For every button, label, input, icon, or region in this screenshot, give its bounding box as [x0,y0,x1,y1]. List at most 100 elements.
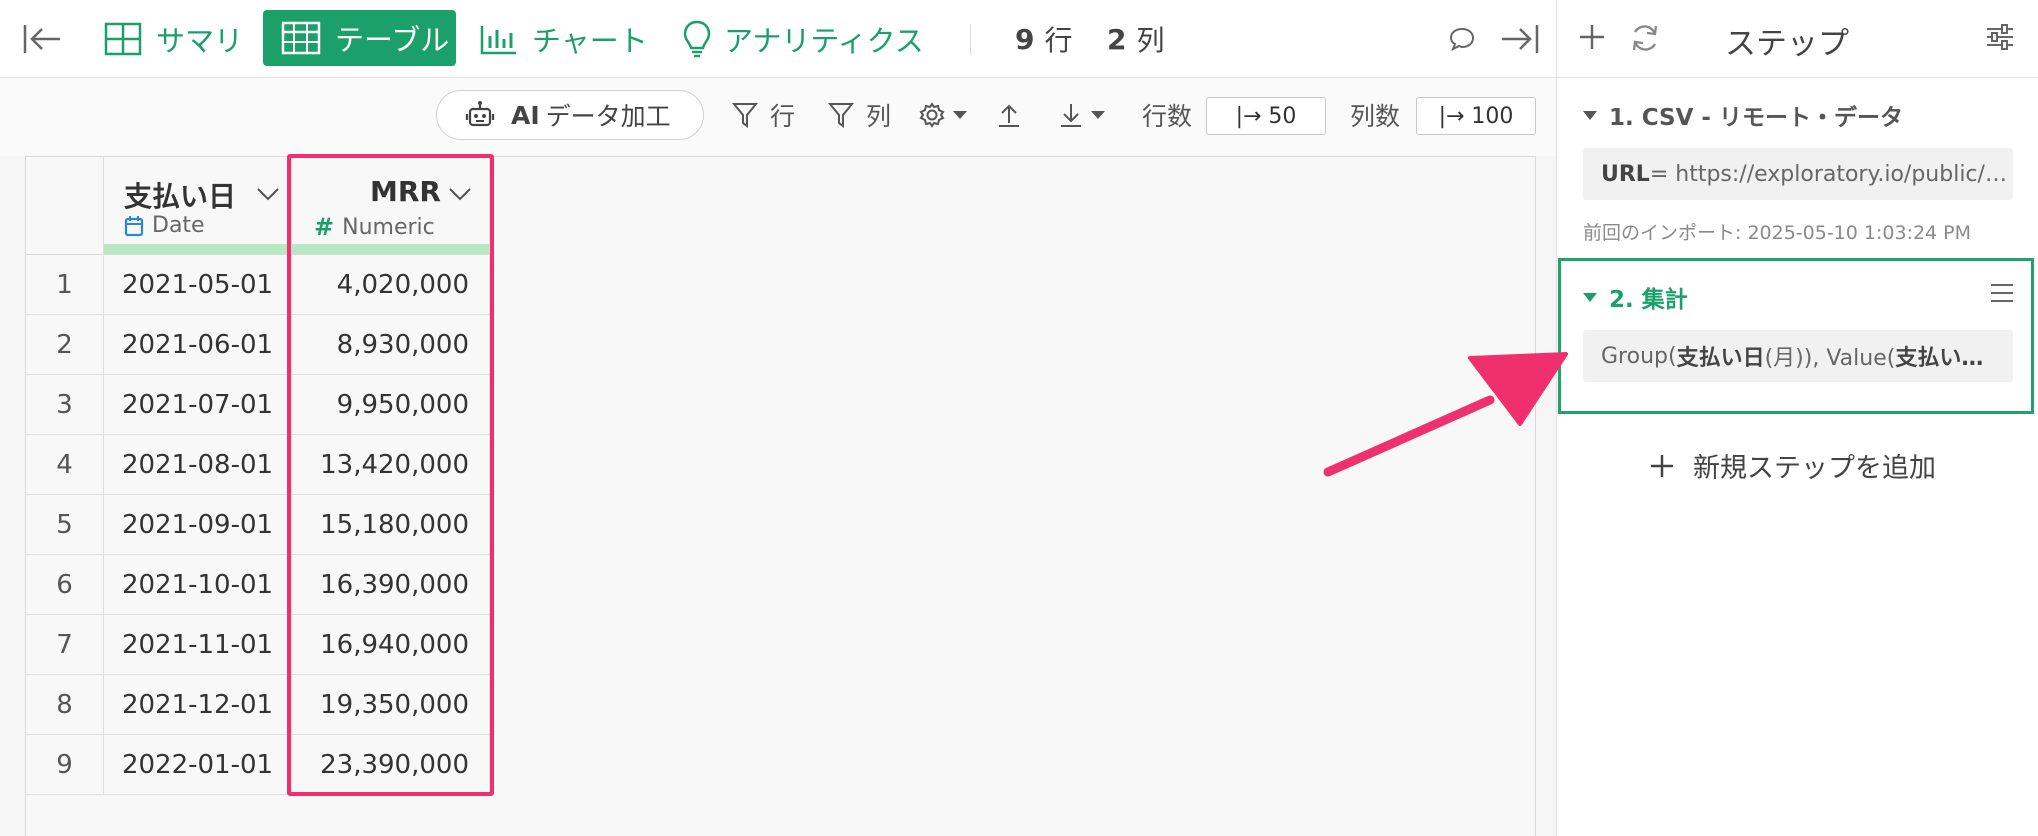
column-name: 支払い日 [124,180,237,213]
rows-limit-input[interactable]: |→ 50 [1206,97,1326,135]
column-filter-label: 列 [866,102,892,131]
chevron-down-icon[interactable] [448,187,472,201]
filter-icon [732,103,758,128]
table-row: 7 2021-11-01 16,940,000 [26,615,490,675]
ai-label: AI [511,100,540,130]
date-cell[interactable]: 2021-10-01 [104,555,292,615]
col-count-value: 2 [1107,22,1127,56]
data-toolbar: AI データ加工 行 列 行数 |→ 50 列数 |→ 100 [0,78,1556,156]
last-import-time: 前回のインポート: 2025-05-10 1:03:24 PM [1583,222,1972,244]
row-number: 6 [26,555,104,615]
column-filter-button[interactable]: 列 [828,90,891,140]
tab-analytics-label: アナリティクス [724,24,924,58]
table-row: 3 2021-07-01 9,950,000 [26,375,490,435]
table-row: 9 2022-01-01 23,390,000 [26,735,490,795]
add-step-label: 新規ステップを追加 [1693,453,1936,484]
tab-chart[interactable]: チャート [480,0,648,78]
column-header-date[interactable]: 支払い日 Date [104,157,292,255]
col-count: 2 列 [1107,0,1165,78]
column-type: Date [124,213,205,238]
date-cell[interactable]: 2021-09-01 [104,495,292,555]
chevron-down-icon[interactable] [256,187,280,201]
date-cell[interactable]: 2022-01-01 [104,735,292,795]
date-cell[interactable]: 2021-05-01 [104,255,292,315]
lightbulb-icon [683,20,711,58]
refresh-icon[interactable] [1629,22,1661,54]
table-row: 8 2021-12-01 19,350,000 [26,675,490,735]
numeric-hash-icon: # [314,213,335,241]
row-count-value: 9 [1015,22,1035,56]
bar-chart-icon [480,26,516,55]
collapse-triangle-icon [1583,110,1597,120]
collapse-left-icon[interactable] [22,0,62,78]
caret-down-icon [953,111,967,119]
summary-grid-icon [104,22,142,56]
tab-table-label: テーブル [335,23,450,57]
upload-icon[interactable] [996,90,1022,140]
table-row: 1 2021-05-01 4,020,000 [26,255,490,315]
tab-analytics[interactable]: アナリティクス [682,0,924,78]
table-row: 6 2021-10-01 16,390,000 [26,555,490,615]
collapse-right-icon[interactable] [1500,0,1540,78]
row-number: 8 [26,675,104,735]
column-quality-bar [292,244,489,254]
calendar-icon [124,215,144,236]
row-filter-button[interactable]: 行 [732,90,795,140]
column-header-mrr[interactable]: MRR # Numeric [292,157,490,255]
row-count: 9 行 [1015,0,1073,78]
date-cell[interactable]: 2021-06-01 [104,315,292,375]
mrr-cell[interactable]: 4,020,000 [292,255,490,315]
top-toolbar: サマリ テーブル チャート アナリティクス 9 行 2 列 [0,0,1556,78]
row-number: 9 [26,735,104,795]
step-1-header[interactable]: 1. CSV - リモート・データ [1583,98,1903,132]
plus-icon[interactable] [1577,22,1607,52]
step-2-highlight [1558,258,2034,414]
row-number: 2 [26,315,104,375]
row-number-header [26,157,104,255]
mrr-cell[interactable]: 19,350,000 [292,675,490,735]
export-dropdown[interactable] [1058,90,1106,140]
table-row: 4 2021-08-01 13,420,000 [26,435,490,495]
tab-summary[interactable]: サマリ [104,0,243,78]
row-number: 7 [26,615,104,675]
row-filter-label: 行 [770,102,796,131]
mrr-cell[interactable]: 23,390,000 [292,735,490,795]
step-1-value: = https://exploratory.io/public/… [1649,161,2007,187]
filter-icon [828,103,854,128]
tab-table[interactable]: テーブル [263,10,456,66]
row-number: 1 [26,255,104,315]
date-cell[interactable]: 2021-07-01 [104,375,292,435]
mrr-cell[interactable]: 9,950,000 [292,375,490,435]
date-cell[interactable]: 2021-11-01 [104,615,292,675]
cols-limit-input[interactable]: |→ 100 [1416,97,1536,135]
tab-chart-label: チャート [532,24,648,58]
comment-icon[interactable] [1448,0,1476,78]
column-type-label: Date [152,213,205,238]
rows-label: 行数 [1142,102,1193,131]
mrr-cell[interactable]: 13,420,000 [292,435,490,495]
steps-panel: ステップ 1. CSV - リモート・データ URL = https://exp… [1556,0,2038,836]
ai-text: データ加工 [545,102,671,131]
mrr-cell[interactable]: 8,930,000 [292,315,490,375]
settings-dropdown[interactable] [918,90,968,140]
row-number: 5 [26,495,104,555]
step-1-body[interactable]: URL = https://exploratory.io/public/… [1583,148,2013,200]
robot-icon [465,101,495,127]
add-new-step-button[interactable]: 新規ステップを追加 [1649,446,1936,485]
mrr-cell[interactable]: 15,180,000 [292,495,490,555]
table-row: 5 2021-09-01 15,180,000 [26,495,490,555]
panel-title: ステップ [1725,26,1849,62]
mrr-cell[interactable]: 16,390,000 [292,555,490,615]
ai-data-wrangling-button[interactable]: AI データ加工 [436,90,704,140]
step-1-title: 1. CSV - リモート・データ [1609,105,1903,131]
date-cell[interactable]: 2021-12-01 [104,675,292,735]
mrr-cell[interactable]: 16,940,000 [292,615,490,675]
sliders-icon[interactable] [1985,22,2015,52]
plus-icon [1651,454,1673,477]
col-count-unit: 列 [1136,24,1165,57]
download-icon [1061,104,1081,127]
steps-panel-header: ステップ [1557,0,2038,78]
column-type-label: Numeric [342,214,435,240]
date-cell[interactable]: 2021-08-01 [104,435,292,495]
table-row: 2 2021-06-01 8,930,000 [26,315,490,375]
